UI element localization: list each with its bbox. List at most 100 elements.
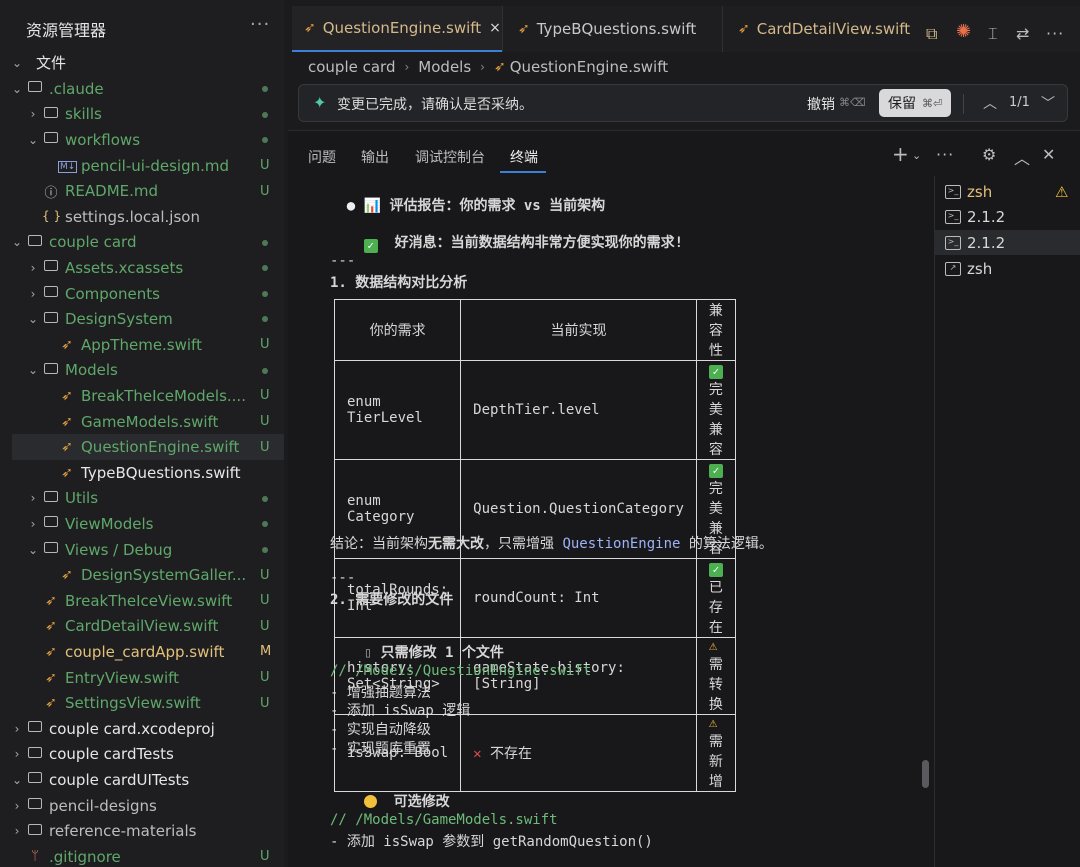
tab-typeb-questions[interactable]: ➶ TypeBQuestions.swift (508, 6, 722, 52)
tab-problems[interactable]: 问题 (308, 147, 336, 167)
close-panel-icon[interactable]: ✕ (1042, 145, 1055, 164)
tree-item[interactable]: ⌄ couple card (12, 230, 284, 256)
git-status-badge: U (260, 439, 270, 455)
swift-icon: ➶ (45, 695, 57, 712)
check-icon: ✓ (363, 239, 378, 253)
undo-button[interactable]: 撤销 (807, 94, 835, 114)
git-status-badge: U (260, 158, 270, 174)
tree-item-label: QuestionEngine.swift (81, 438, 240, 457)
tab-debug-console[interactable]: 调试控制台 (415, 147, 485, 167)
close-icon[interactable]: × (489, 20, 501, 36)
table-cell-text: 需转换 (708, 657, 723, 713)
chevron-down-icon: ⌄ (28, 542, 39, 557)
tree-item[interactable]: ➶ SettingsView.swift U (12, 690, 284, 716)
tree-item[interactable]: › couple card.xcodeproj (12, 716, 284, 742)
tree-item[interactable]: ➶ QuestionEngine.swift U (12, 434, 284, 460)
swift-icon: ➶ (61, 336, 73, 353)
more-icon[interactable]: ··· (936, 145, 954, 164)
comment-line: // /Models/GameModels.swift (330, 812, 558, 828)
tree-item[interactable]: ➶ DesignSystemGaller... U (12, 562, 284, 588)
breadcrumb-item[interactable]: QuestionEngine.swift (510, 58, 668, 76)
breadcrumb-item[interactable]: Models (418, 58, 471, 76)
tab-output[interactable]: 输出 (361, 147, 389, 167)
folder-icon (26, 772, 44, 787)
swift-icon: ➶ (45, 643, 57, 660)
tree-item[interactable]: ⌄ couple cardUITests (12, 767, 284, 793)
chevron-down-icon: ⌄ (12, 772, 23, 787)
claude-icon[interactable]: ✺ (956, 21, 971, 42)
tree-item[interactable]: › ViewModels (12, 511, 284, 537)
table-cell-text: 已存在 (708, 580, 723, 636)
tree-item[interactable]: › Utils (12, 486, 284, 512)
tree-root[interactable]: ⌄ 文件 (12, 50, 284, 76)
terminal-item[interactable]: >_ 2.1.2 (935, 230, 1080, 255)
more-icon[interactable]: ··· (1046, 24, 1064, 43)
chevron-down-icon[interactable]: ⌄ (912, 149, 921, 162)
explorer-title: 资源管理器 (26, 21, 107, 40)
tree-item[interactable]: M↓ pencil-ui-design.md U (12, 153, 284, 179)
breadcrumb-item[interactable]: couple card (308, 58, 395, 76)
settings-sliders-icon[interactable]: ⚙ (982, 145, 996, 164)
terminal-item[interactable]: >_ zsh ⚠ (935, 179, 1080, 204)
tree-item[interactable]: › pencil-designs (12, 793, 284, 819)
git-status-badge (262, 111, 268, 118)
check-icon: ✓ (708, 464, 723, 478)
table-cell-text: enum TierLevel (347, 394, 423, 426)
tree-item[interactable]: ⌄ DesignSystem (12, 306, 284, 332)
git-status-badge: U (260, 849, 270, 865)
tree-item[interactable]: ➶ BreakTheIceModels.... U (12, 383, 284, 409)
chevron-down-icon: ⌄ (12, 55, 23, 70)
terminal-scrollbar[interactable] (922, 760, 929, 788)
tree-item[interactable]: ➶ BreakTheIceView.swift U (12, 588, 284, 614)
tree-item[interactable]: ➶ GameModels.swift U (12, 409, 284, 435)
chevron-right-icon: › (30, 260, 36, 275)
tree-item[interactable]: › Components (12, 281, 284, 307)
tree-item[interactable]: ➶ couple_cardApp.swift M (12, 639, 284, 665)
table-cell: ⚠ 需转换 (695, 637, 736, 715)
folder-icon (26, 746, 44, 762)
chevron-down-icon[interactable]: ﹀ (1041, 93, 1055, 113)
tree-item[interactable]: ➶ AppTheme.swift U (12, 332, 284, 358)
git-status-badge (262, 265, 268, 272)
conclusion-prefix: 结论：当前架构 (330, 536, 428, 552)
tree-item[interactable]: › couple cardTests (12, 742, 284, 768)
maximize-icon[interactable]: ︿ (1014, 145, 1030, 169)
table-cell-text: 完美兼容 (708, 382, 723, 458)
explorer-more-icon[interactable]: ··· (250, 14, 270, 35)
folder-icon (26, 798, 44, 813)
tree-item[interactable]: { } settings.local.json (12, 204, 284, 230)
git-compare-icon[interactable]: ⇄ (1016, 24, 1029, 43)
markdown-icon: M↓ (58, 161, 78, 174)
tree-item[interactable]: ⌄ Models (12, 358, 284, 384)
terminal-item[interactable]: ↗ zsh (935, 256, 1080, 281)
tree-item[interactable]: › Assets.xcassets (12, 255, 284, 281)
tree-item[interactable]: › skills (12, 102, 284, 128)
cursor-icon[interactable]: ⌶ (988, 24, 998, 44)
tree-item-label: settings.local.json (65, 207, 200, 226)
chevron-down-icon: ⌄ (12, 235, 23, 250)
folder-icon (26, 823, 44, 839)
add-terminal-icon[interactable]: + (892, 142, 909, 166)
tree-item[interactable]: ⌄ Views / Debug (12, 537, 284, 563)
chevron-right-icon: › (480, 60, 485, 74)
table-cell: enum TierLevel (333, 360, 462, 460)
tab-question-engine[interactable]: ➶ QuestionEngine.swift × (292, 6, 502, 52)
tab-terminal[interactable]: 终端 (510, 147, 538, 167)
tree-item[interactable]: ➶ TypeBQuestions.swift (12, 460, 284, 486)
tree-item[interactable]: ➶ EntryView.swift U (12, 665, 284, 691)
tab-card-detail-view[interactable]: ➶ CardDetailView.swift (728, 6, 918, 52)
chevron-up-icon[interactable]: ︿ (983, 93, 997, 113)
tree-item-label: EntryView.swift (65, 668, 180, 687)
tree-item[interactable]: › reference-materials (12, 818, 284, 844)
tree-item[interactable]: ➶ CardDetailView.swift U (12, 614, 284, 640)
table-cell: ✓ 完美兼容 (695, 360, 736, 460)
tree-item[interactable]: ⌄ .claude (12, 76, 284, 102)
tree-item[interactable]: ᛘ .gitignore U (12, 844, 284, 867)
keep-button[interactable]: 保留 ⌘⏎ (879, 89, 951, 117)
section-2-heading: 2. 需要修改的文件 (330, 592, 454, 608)
tree-item[interactable]: ⌄ workflows (12, 127, 284, 153)
terminal-item[interactable]: >_ 2.1.2 (935, 204, 1080, 229)
compare-icon[interactable]: ⧉ (926, 24, 937, 44)
tree-item[interactable]: ⓘ README.md U (12, 178, 284, 204)
warning-icon: ⚠ (708, 715, 718, 731)
